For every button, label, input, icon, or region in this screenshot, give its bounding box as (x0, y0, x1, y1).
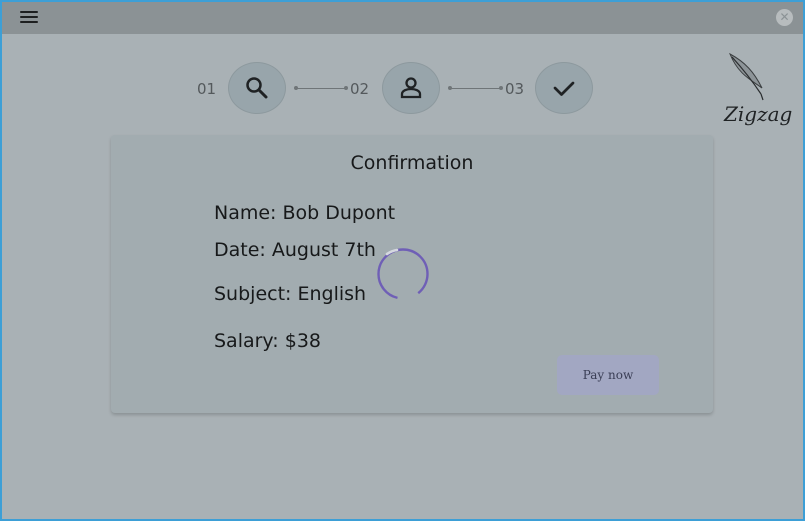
step-connector (451, 88, 501, 89)
booking-salary: Salary: $38 (214, 330, 322, 352)
step-connector-dot (499, 86, 503, 90)
step-connector (297, 88, 346, 89)
step-search-button[interactable] (228, 62, 286, 114)
close-icon[interactable]: ✕ (776, 9, 793, 26)
loading-spinner-icon (377, 248, 429, 300)
title-bar: ✕ (2, 2, 803, 34)
brand-logo-text: Zigzag (724, 102, 793, 126)
booking-name: Name: Bob Dupont (214, 202, 396, 224)
step-profile-button[interactable] (382, 62, 440, 114)
app-window: ✕ 01 02 03 Zigzag Confirmation Name: Bob… (2, 2, 803, 519)
person-icon (400, 77, 422, 99)
progress-stepper: 01 02 03 (2, 62, 803, 116)
booking-subject: Subject: English (214, 283, 367, 305)
step-connector-dot (344, 86, 348, 90)
check-icon (553, 81, 575, 96)
booking-date: Date: August 7th (214, 239, 376, 261)
step-confirm-button[interactable] (535, 62, 593, 114)
confirmation-title: Confirmation (350, 152, 474, 174)
step-number-3: 03 (505, 80, 525, 98)
pay-now-button[interactable]: Pay now (557, 355, 659, 395)
menu-icon[interactable] (20, 11, 38, 25)
step-number-1: 01 (197, 80, 217, 98)
search-icon (246, 77, 268, 99)
step-number-2: 02 (350, 80, 370, 98)
